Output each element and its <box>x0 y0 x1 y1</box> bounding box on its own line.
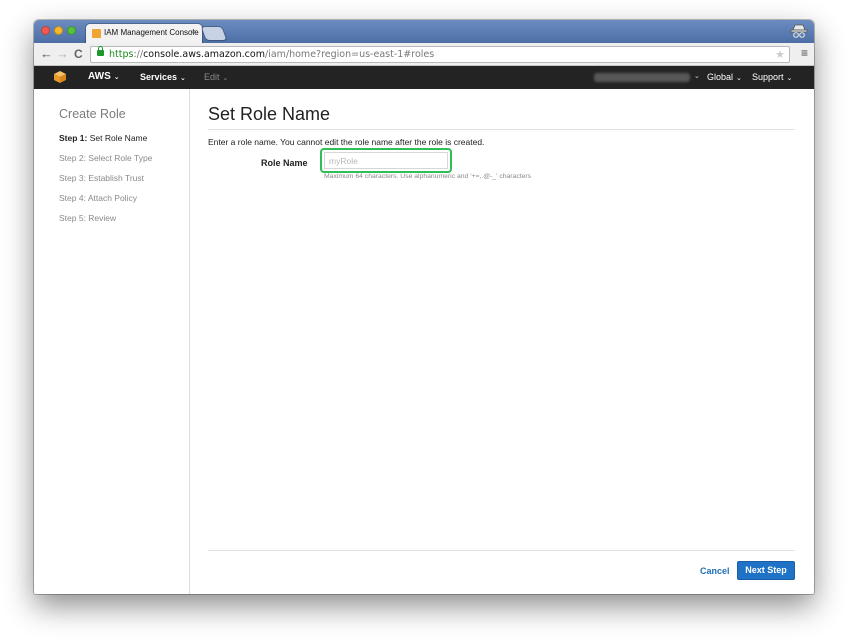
main-panel: Set Role Name Enter a role name. You can… <box>208 89 795 594</box>
nav-aws-label: AWS <box>88 71 111 82</box>
tab-title: IAM Management Console <box>104 28 199 37</box>
divider <box>208 129 795 130</box>
next-step-button[interactable]: Next Step <box>737 561 795 580</box>
step-establish-trust: Step 3: Establish Trust <box>59 173 145 183</box>
browser-tab[interactable]: IAM Management Console × <box>86 24 202 43</box>
nav-edit-menu[interactable]: Edit ⌄ <box>204 72 228 82</box>
step-prefix: Step 1: <box>59 133 88 143</box>
nav-aws-menu[interactable]: AWS ⌄ <box>88 71 120 82</box>
tab-close-icon[interactable]: × <box>191 27 196 37</box>
back-icon[interactable]: ← <box>40 45 53 63</box>
url-scheme: https <box>109 49 134 60</box>
url-separator: :// <box>133 49 144 60</box>
forward-icon[interactable]: → <box>56 45 69 63</box>
role-name-label: Role Name <box>261 158 308 168</box>
page-content: Create Role Step 1: Set Role Name Step 2… <box>34 89 814 594</box>
browser-toolbar: ← → C https://console.aws.amazon.com/iam… <box>34 43 814 66</box>
sidebar-title: Create Role <box>59 107 126 121</box>
favicon-icon <box>92 29 101 38</box>
nav-services-menu[interactable]: Services ⌄ <box>140 72 186 82</box>
close-window-icon[interactable] <box>41 26 50 35</box>
chevron-down-icon: ⌄ <box>180 75 186 82</box>
role-name-hint: Maximum 64 characters. Use alphanumeric … <box>324 173 532 180</box>
chevron-down-icon[interactable]: ⌄ <box>694 72 700 80</box>
nav-edit-label: Edit <box>204 72 220 82</box>
role-name-highlight <box>320 148 452 173</box>
cancel-link[interactable]: Cancel <box>700 566 730 576</box>
step-select-role-type: Step 2: Select Role Type <box>59 153 153 163</box>
address-bar[interactable]: https://console.aws.amazon.com/iam/home?… <box>90 46 790 63</box>
chevron-down-icon: ⌄ <box>786 75 793 82</box>
nav-support-menu[interactable]: Support ⌄ <box>752 72 792 82</box>
chevron-down-icon: ⌄ <box>113 74 120 81</box>
nav-support-label: Support <box>752 72 784 82</box>
nav-services-label: Services <box>140 72 178 82</box>
account-name-redacted[interactable] <box>594 73 690 82</box>
chevron-down-icon: ⌄ <box>222 75 229 82</box>
url-text: https://console.aws.amazon.com/iam/home?… <box>109 47 434 62</box>
nav-region-label: Global <box>707 72 734 82</box>
intro-text: Enter a role name. You cannot edit the r… <box>208 137 485 147</box>
aws-navbar: AWS ⌄ Services ⌄ Edit ⌄ ⌄ Global ⌄ Support ⌄ <box>34 66 814 89</box>
nav-region-menu[interactable]: Global ⌄ <box>707 72 742 82</box>
page-title: Set Role Name <box>208 104 331 124</box>
step-set-role-name: Step 1: Set Role Name <box>59 133 147 143</box>
chevron-down-icon: ⌄ <box>736 75 742 82</box>
lock-icon <box>97 46 104 56</box>
url-host: console.aws.amazon.com <box>143 49 265 60</box>
divider <box>208 550 795 551</box>
step-label: Set Role Name <box>89 133 148 143</box>
new-tab-button[interactable] <box>201 27 227 40</box>
minimize-window-icon[interactable] <box>54 26 63 35</box>
star-icon[interactable]: ★ <box>775 47 785 62</box>
menu-icon[interactable]: ≡ <box>801 46 808 60</box>
reload-icon[interactable]: C <box>74 45 83 63</box>
incognito-icon <box>790 24 808 38</box>
aws-cube-icon[interactable] <box>53 70 67 84</box>
step-attach-policy: Step 4: Attach Policy <box>59 193 137 203</box>
wizard-sidebar: Create Role Step 1: Set Role Name Step 2… <box>34 89 190 594</box>
tab-strip: IAM Management Console × <box>34 20 814 43</box>
url-path: /iam/home?region=us-east-1#roles <box>264 49 435 60</box>
role-name-input[interactable] <box>324 152 448 169</box>
step-review: Step 5: Review <box>59 213 117 223</box>
maximize-window-icon[interactable] <box>67 26 76 35</box>
browser-window: IAM Management Console × ← → C https://c… <box>34 20 814 594</box>
